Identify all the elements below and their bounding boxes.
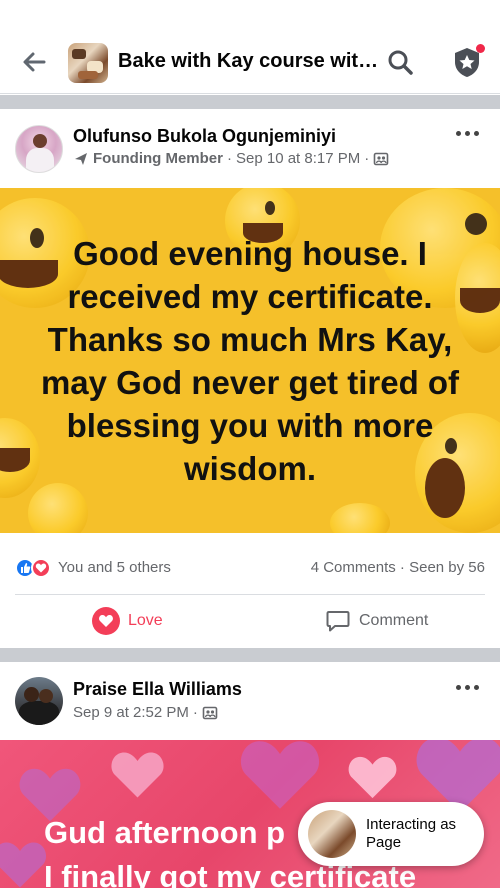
reactions-bar: You and 5 others 4 Comments · Seen by 56: [15, 557, 485, 579]
author-avatar[interactable]: [15, 677, 63, 725]
love-button[interactable]: Love: [92, 606, 163, 636]
comments-count[interactable]: 4 Comments: [311, 559, 396, 576]
group-title[interactable]: Bake with Kay course wit…: [118, 50, 378, 73]
comments-seen-summary: 4 Comments · Seen by 56: [310, 559, 485, 576]
interacting-as-label: Interacting as Page: [366, 816, 457, 851]
member-badge: Founding Member: [93, 150, 223, 167]
notification-dot: [476, 44, 485, 53]
reactions-summary[interactable]: You and 5 others: [58, 559, 171, 576]
comment-icon: [326, 611, 350, 632]
reaction-icons[interactable]: [15, 558, 55, 578]
feed-divider: [0, 648, 500, 662]
action-divider: [15, 594, 485, 595]
comment-button[interactable]: Comment: [325, 606, 428, 636]
love-button-label: Love: [128, 612, 163, 629]
author-avatar[interactable]: [15, 125, 63, 173]
post-author-name[interactable]: Praise Ella Williams: [73, 679, 242, 700]
search-icon: [388, 50, 413, 75]
post-options-button[interactable]: [452, 123, 482, 143]
love-reaction-icon: [31, 558, 51, 578]
post-timestamp[interactable]: Sep 10 at 8:17 PM: [236, 150, 360, 167]
group-cover-thumbnail[interactable]: [68, 43, 108, 83]
group-members-icon: [373, 152, 389, 165]
feed-divider: [0, 95, 500, 109]
post-options-button[interactable]: [452, 677, 482, 697]
founding-member-badge-icon: [75, 152, 87, 165]
post-meta: Sep 9 at 2:52 PM ·: [73, 704, 218, 721]
love-icon: [92, 607, 120, 635]
group-members-icon: [202, 706, 218, 719]
post-author-name[interactable]: Olufunso Bukola Ogunjeminiyi: [73, 126, 336, 147]
comment-button-label: Comment: [359, 612, 429, 629]
top-app-bar: Bake with Kay course wit…: [0, 0, 500, 94]
back-button[interactable]: [18, 46, 50, 78]
page-avatar: [308, 810, 356, 858]
post-timestamp[interactable]: Sep 9 at 2:52 PM: [73, 704, 189, 721]
interacting-as-page-chip[interactable]: Interacting as Page: [298, 802, 484, 866]
post-body-text: Good evening house. I received my certif…: [40, 235, 460, 487]
seen-by-count[interactable]: Seen by 56: [409, 559, 485, 576]
post-meta: Founding Member · Sep 10 at 8:17 PM ·: [73, 150, 389, 167]
search-button[interactable]: [384, 46, 416, 78]
arrow-left-icon: [23, 52, 46, 72]
